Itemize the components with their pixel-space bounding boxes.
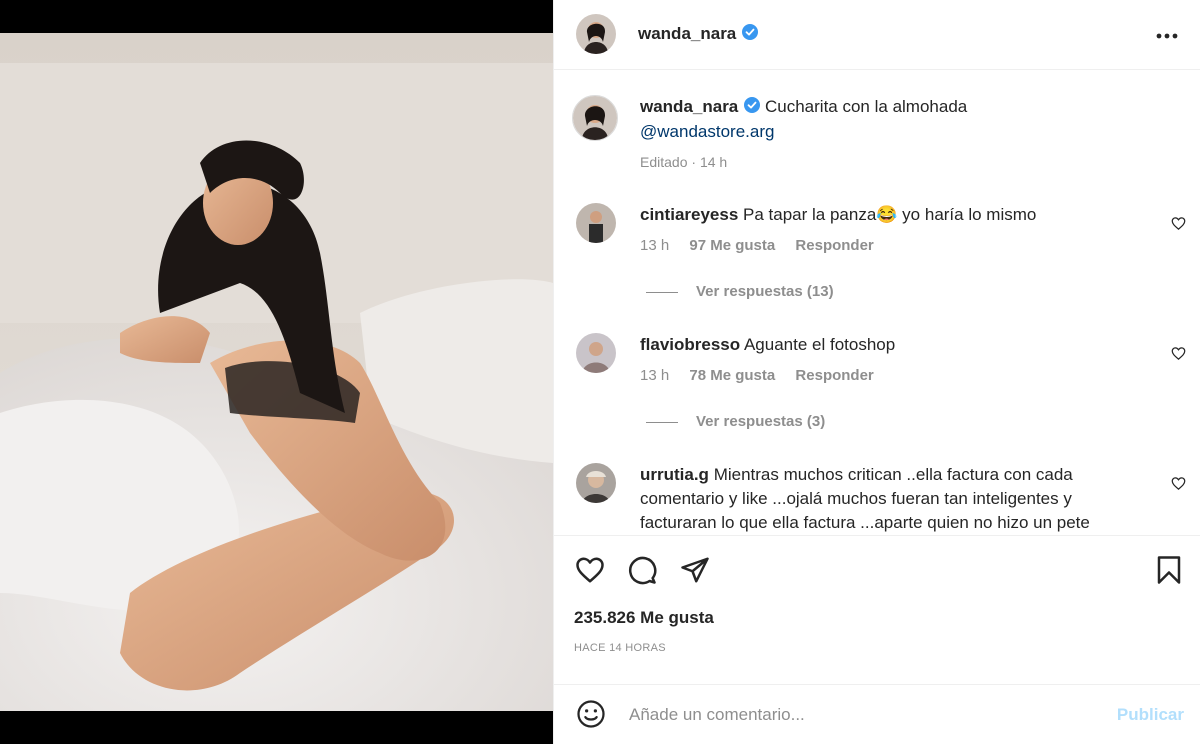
verified-badge-icon bbox=[742, 24, 759, 45]
photo-pane bbox=[0, 0, 553, 744]
emoji-icon[interactable] bbox=[576, 699, 606, 734]
comment-like-icon[interactable] bbox=[1171, 216, 1186, 236]
add-comment-form: Publicar bbox=[554, 684, 1200, 744]
caption-avatar[interactable] bbox=[572, 95, 618, 141]
bookmark-icon[interactable] bbox=[1156, 555, 1182, 590]
verified-badge-icon bbox=[744, 96, 761, 120]
likes-count[interactable]: 235.826 Me gusta bbox=[574, 608, 714, 628]
comment-likes[interactable]: 97 Me gusta bbox=[689, 237, 775, 254]
comment-text: Pa tapar la panza😂 yo haría lo mismo bbox=[743, 205, 1037, 224]
edited-label: Editado bbox=[640, 154, 688, 170]
comment-username[interactable]: cintiareyess bbox=[640, 205, 738, 224]
action-bar bbox=[554, 535, 1200, 585]
caption-text: Cucharita con la almohada bbox=[765, 97, 968, 116]
comment-input[interactable] bbox=[627, 699, 1071, 731]
view-replies-label: Ver respuestas (3) bbox=[696, 413, 826, 430]
comments-section[interactable]: wanda_nara Cucharita con la almohada @wa… bbox=[554, 70, 1200, 535]
comment-avatar[interactable] bbox=[576, 463, 616, 503]
comment-username[interactable]: urrutia.g bbox=[640, 465, 709, 484]
comment-like-icon[interactable] bbox=[1171, 346, 1186, 366]
caption-age: 14 h bbox=[699, 154, 728, 170]
reply-button[interactable]: Responder bbox=[795, 367, 873, 384]
comment-age: 13 h bbox=[640, 237, 670, 254]
post-header: wanda_nara bbox=[554, 0, 1200, 70]
post-caption: wanda_nara Cucharita con la almohada @wa… bbox=[640, 95, 1160, 144]
caption-username[interactable]: wanda_nara bbox=[640, 97, 738, 116]
view-replies-button[interactable]: Ver respuestas (13) bbox=[646, 283, 834, 300]
reply-button[interactable]: Responder bbox=[795, 237, 873, 254]
caption-meta: Editado · 14 h bbox=[640, 154, 728, 170]
view-replies-button[interactable]: Ver respuestas (3) bbox=[646, 413, 825, 430]
caption-mention-link[interactable]: @wandastore.arg bbox=[640, 120, 1160, 144]
post-photo[interactable] bbox=[0, 33, 553, 711]
post-sidebar: wanda_nara wanda_nara Cucharita con la a… bbox=[553, 0, 1200, 744]
comment-username[interactable]: flaviobresso bbox=[640, 335, 740, 354]
more-options-icon[interactable] bbox=[1156, 22, 1178, 42]
comment-text: Aguante el fotoshop bbox=[743, 335, 896, 354]
post-author-username[interactable]: wanda_nara bbox=[638, 24, 736, 43]
avatar[interactable] bbox=[576, 14, 616, 54]
share-icon[interactable] bbox=[680, 555, 710, 590]
comment-icon[interactable] bbox=[627, 555, 657, 590]
post-timestamp: HACE 14 HORAS bbox=[574, 642, 666, 654]
comment-like-icon[interactable] bbox=[1171, 476, 1186, 496]
comment-likes[interactable]: 78 Me gusta bbox=[689, 367, 775, 384]
comment-avatar[interactable] bbox=[576, 203, 616, 243]
comment-avatar[interactable] bbox=[576, 333, 616, 373]
view-replies-label: Ver respuestas (13) bbox=[696, 283, 834, 300]
heart-icon[interactable] bbox=[574, 555, 606, 590]
comment-age: 13 h bbox=[640, 367, 670, 384]
publish-button[interactable]: Publicar bbox=[1117, 705, 1184, 725]
